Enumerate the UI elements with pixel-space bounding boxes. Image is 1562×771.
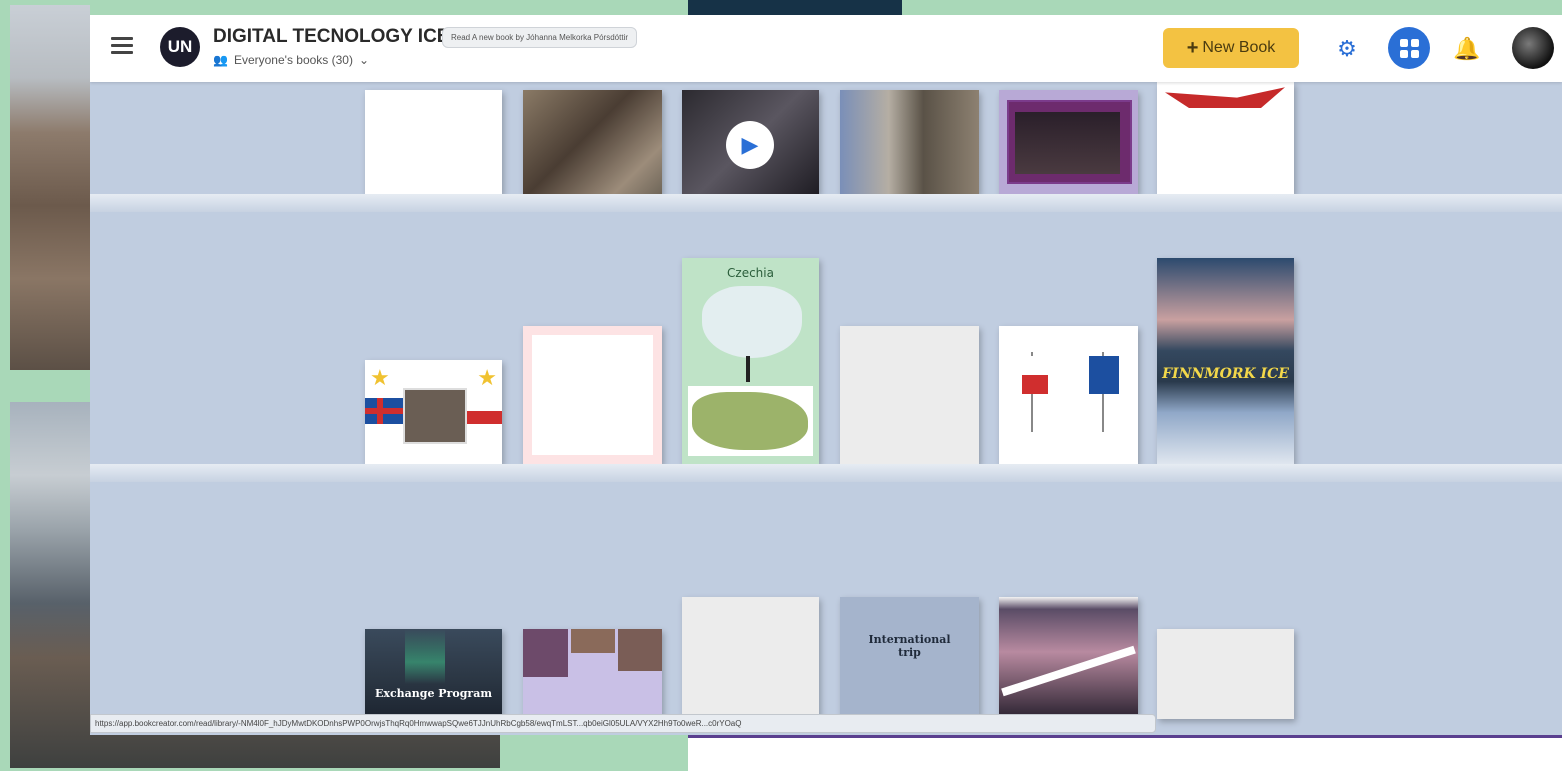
book-cover[interactable] bbox=[840, 90, 979, 194]
background-dark-block bbox=[688, 0, 902, 15]
book-cover[interactable] bbox=[999, 90, 1138, 194]
book-creator-app: UN DIGITAL TECNOLOGY ICE 👥 Everyone's bo… bbox=[90, 15, 1562, 735]
book-title: FINNMORK ICE bbox=[1162, 366, 1289, 382]
book-title: Czechia bbox=[727, 266, 774, 280]
new-book-label: New Book bbox=[1202, 39, 1276, 56]
book-cover[interactable] bbox=[1157, 82, 1294, 194]
top-bar: UN DIGITAL TECNOLOGY ICE 👥 Everyone's bo… bbox=[90, 15, 1562, 82]
new-book-button[interactable]: + New Book bbox=[1163, 28, 1299, 68]
background-photo-top bbox=[10, 5, 90, 370]
book-cover[interactable]: Czechia bbox=[682, 258, 819, 464]
book-cover[interactable] bbox=[999, 326, 1138, 464]
grid-icon[interactable] bbox=[1388, 27, 1430, 69]
tooltip: Read A new book by Jóhanna Melkorka Pórs… bbox=[442, 27, 637, 48]
library-subtitle: Everyone's books (30) bbox=[233, 53, 353, 67]
menu-icon[interactable] bbox=[111, 37, 133, 55]
plus-icon: + bbox=[1186, 36, 1199, 59]
book-cover[interactable]: ▶ bbox=[682, 90, 819, 194]
book-cover[interactable] bbox=[523, 629, 662, 719]
book-title: International trip bbox=[868, 633, 951, 659]
book-cover[interactable]: International trip bbox=[840, 597, 979, 719]
library-avatar: UN bbox=[160, 27, 200, 67]
book-cover[interactable] bbox=[523, 90, 662, 194]
play-icon[interactable]: ▶ bbox=[726, 121, 774, 169]
bell-icon[interactable]: 🔔 bbox=[1452, 35, 1482, 63]
library-title: DIGITAL TECNOLOGY ICE bbox=[213, 26, 450, 47]
shelf bbox=[90, 464, 1562, 482]
book-title: Exchange Program bbox=[375, 687, 492, 700]
book-cover[interactable] bbox=[682, 597, 819, 719]
chevron-down-icon: ⌄ bbox=[358, 53, 370, 67]
book-cover[interactable] bbox=[1157, 629, 1294, 719]
people-icon: 👥 bbox=[213, 53, 228, 67]
shelf bbox=[90, 194, 1562, 212]
library-filter-dropdown[interactable]: 👥 Everyone's books (30) ⌄ bbox=[213, 53, 369, 67]
user-avatar[interactable] bbox=[1512, 27, 1554, 69]
status-url: https://app.bookcreator.com/read/library… bbox=[90, 714, 1156, 733]
gear-icon[interactable]: ⚙ bbox=[1330, 36, 1364, 61]
book-cover[interactable] bbox=[365, 90, 502, 194]
book-cover[interactable]: Exchange Program bbox=[365, 629, 502, 719]
background-white-block bbox=[688, 735, 1562, 771]
book-cover[interactable]: FINNMORK ICE bbox=[1157, 258, 1294, 464]
book-cover[interactable]: ★ ★ bbox=[365, 360, 502, 464]
book-cover[interactable] bbox=[840, 326, 979, 464]
book-cover[interactable] bbox=[999, 597, 1138, 719]
book-cover[interactable] bbox=[523, 326, 662, 464]
